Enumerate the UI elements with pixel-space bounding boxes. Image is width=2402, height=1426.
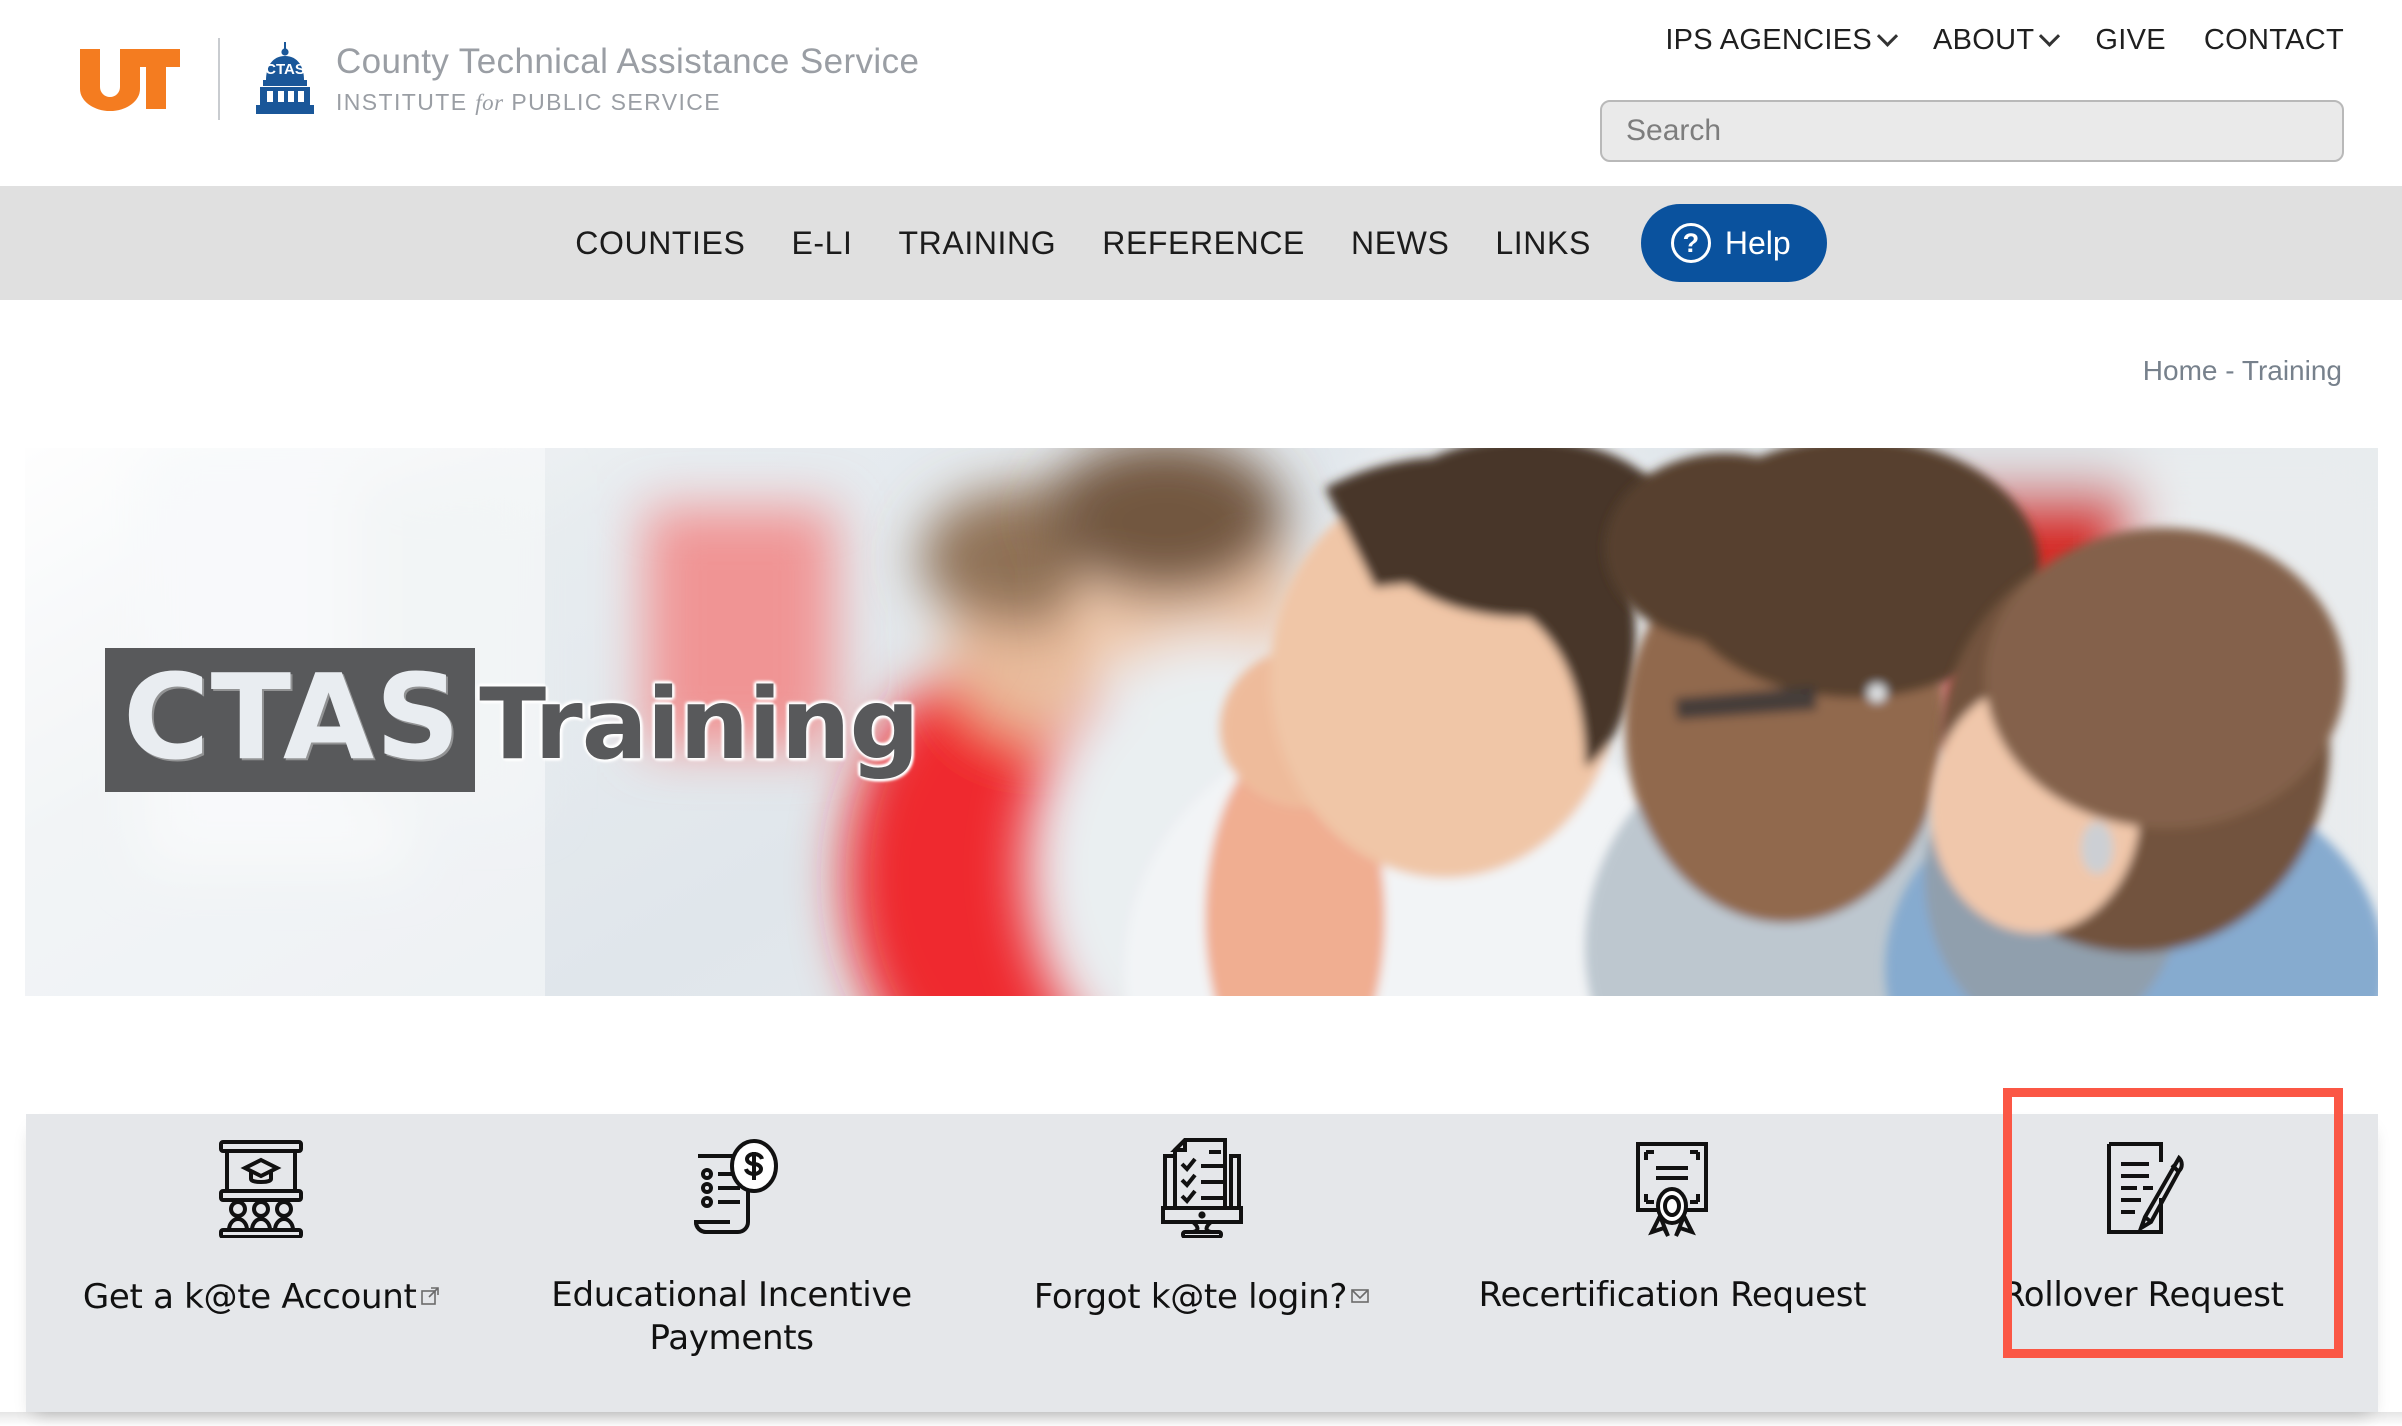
nav-item-training[interactable]: TRAINING xyxy=(899,225,1057,262)
tile-label: Rollover Request xyxy=(2001,1275,2284,1315)
quick-links-bar: Get a k@te Account Educational Incentive… xyxy=(26,1114,2378,1412)
nav-item-reference[interactable]: REFERENCE xyxy=(1102,225,1305,262)
svg-text:CTAS: CTAS xyxy=(265,61,305,78)
tile-label: Educational Incentive Payments xyxy=(551,1275,912,1358)
org-subtitle-before: INSTITUTE xyxy=(336,88,468,115)
org-subtitle: INSTITUTE for PUBLIC SERVICE xyxy=(336,89,919,116)
presentation-training-icon xyxy=(201,1136,321,1240)
main-navigation: COUNTIES E-LI TRAINING REFERENCE NEWS LI… xyxy=(0,186,2402,300)
utility-nav-item-contact[interactable]: CONTACT xyxy=(2204,24,2344,57)
utility-nav-item-ips-agencies[interactable]: IPS AGENCIES xyxy=(1665,24,1899,57)
utility-nav-label: ABOUT xyxy=(1932,24,2035,56)
tile-recertification-request[interactable]: Recertification Request xyxy=(1437,1114,1907,1412)
utility-nav-item-about[interactable]: ABOUT xyxy=(1932,24,2061,57)
tile-label: Recertification Request xyxy=(1478,1275,1867,1315)
tile-forgot-kate-login[interactable]: Forgot k@te login? xyxy=(967,1114,1437,1412)
tile-rollover-request[interactable]: Rollover Request xyxy=(1908,1114,2378,1412)
hero-caption: CTAS Training xyxy=(105,648,920,792)
help-button-label: Help xyxy=(1724,224,1791,261)
brand-text-block: County Technical Assistance Service INST… xyxy=(336,42,919,115)
envelope-icon xyxy=(1350,1274,1370,1303)
tile-label: Get a k@te Account xyxy=(83,1274,440,1319)
org-name: County Technical Assistance Service xyxy=(336,42,920,82)
tile-label-text: Get a k@te Account xyxy=(82,1277,417,1317)
page-bottom-shadow xyxy=(0,1412,2402,1426)
breadcrumb-separator: - xyxy=(2225,355,2235,386)
help-button[interactable]: ? Help xyxy=(1640,204,1827,282)
site-header: CTAS County Technical Assistance Service… xyxy=(0,0,2402,186)
utility-nav: IPS AGENCIES ABOUT GIVE CONTACT xyxy=(1665,24,2344,57)
tile-educational-incentive-payments[interactable]: Educational Incentive Payments xyxy=(496,1114,966,1412)
hero-banner: CTAS Training xyxy=(25,448,2378,996)
tile-label: Forgot k@te login? xyxy=(1034,1274,1370,1319)
page-root: CTAS County Technical Assistance Service… xyxy=(0,0,2402,1426)
hero-caption-secondary: Training xyxy=(479,668,919,782)
breadcrumb-home[interactable]: Home xyxy=(2143,355,2218,386)
nav-item-e-li[interactable]: E-LI xyxy=(791,225,852,262)
brand-lockup[interactable]: CTAS County Technical Assistance Service… xyxy=(78,38,919,120)
utility-nav-label: GIVE xyxy=(2095,24,2166,56)
search-input[interactable] xyxy=(1600,100,2344,162)
ctas-capitol-icon: CTAS xyxy=(256,42,314,114)
nav-item-links[interactable]: LINKS xyxy=(1495,225,1590,262)
breadcrumb: Home - Training xyxy=(2143,355,2342,387)
utility-nav-label: CONTACT xyxy=(2203,24,2344,56)
hero-caption-primary: CTAS xyxy=(105,648,476,792)
certificate-award-icon xyxy=(1612,1136,1732,1240)
external-link-icon xyxy=(420,1274,440,1305)
invoice-dollar-icon xyxy=(672,1136,792,1240)
ut-logo-icon xyxy=(80,49,180,111)
nav-item-news[interactable]: NEWS xyxy=(1351,225,1449,262)
breadcrumb-current[interactable]: Training xyxy=(2242,355,2342,386)
brand-divider xyxy=(218,38,220,120)
org-subtitle-italic: for xyxy=(475,89,504,115)
nav-item-counties[interactable]: COUNTIES xyxy=(575,225,745,262)
tile-label-text: Forgot k@te login? xyxy=(1033,1277,1348,1317)
chevron-down-icon xyxy=(2039,25,2061,47)
question-circle-icon: ? xyxy=(1670,223,1711,263)
checklist-monitor-icon xyxy=(1142,1136,1262,1240)
org-subtitle-after: PUBLIC SERVICE xyxy=(511,88,722,115)
tile-get-kate-account[interactable]: Get a k@te Account xyxy=(26,1114,496,1412)
utility-nav-label: IPS AGENCIES xyxy=(1665,24,1872,56)
document-pencil-icon xyxy=(2083,1136,2203,1240)
utility-nav-item-give[interactable]: GIVE xyxy=(2095,24,2166,57)
chevron-down-icon xyxy=(1876,25,1899,47)
